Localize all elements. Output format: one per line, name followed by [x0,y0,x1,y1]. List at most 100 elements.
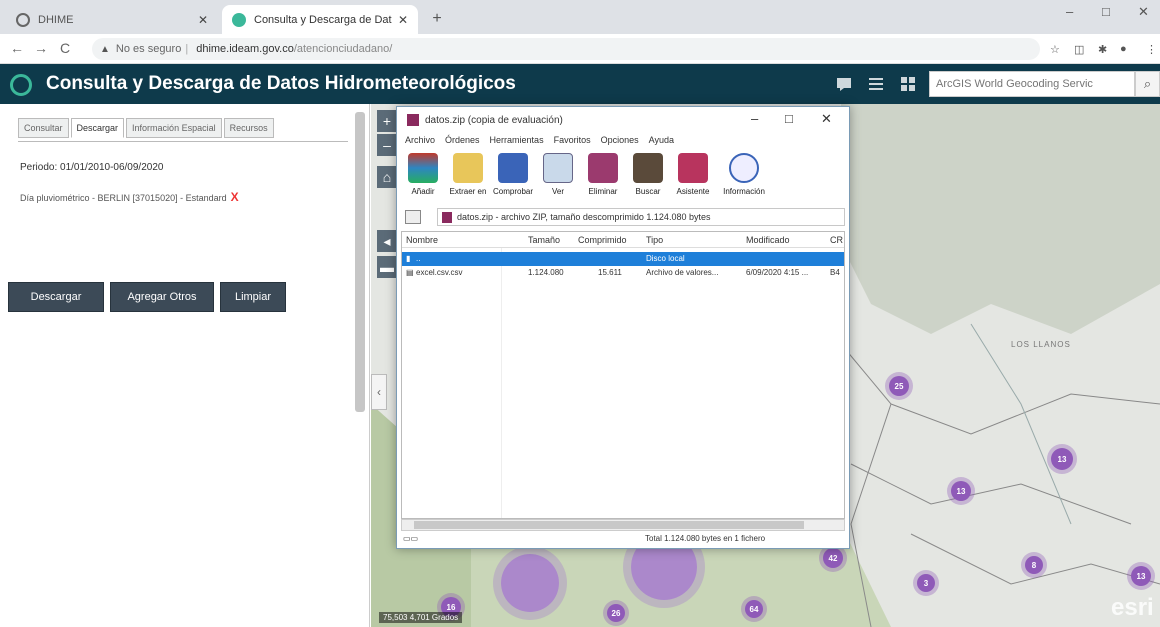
maximize-icon[interactable]: □ [1102,4,1110,19]
archive-path-field[interactable]: datos.zip - archivo ZIP, tamaño descompr… [437,208,845,226]
collapse-panel-button[interactable]: ‹ [371,374,387,410]
browser-tab-consulta[interactable]: Consulta y Descarga de Datos H ✕ [222,5,418,34]
maximize-icon[interactable]: □ [785,111,793,126]
map-cluster[interactable]: 42 [823,548,843,568]
menu-herramientas[interactable]: Herramientas [490,135,544,145]
map-cluster[interactable]: 26 [607,604,625,622]
browser-tab-dhime[interactable]: DHIME ✕ [6,5,218,34]
menu-ordenes[interactable]: Órdenes [445,135,480,145]
map-cluster[interactable]: 3 [917,574,935,592]
tab-descargar[interactable]: Descargar [70,118,125,138]
menu-ayuda[interactable]: Ayuda [649,135,674,145]
col-tipo[interactable]: Tipo [646,235,663,245]
status-text: Total 1.124.080 bytes en 1 fichero [645,534,766,543]
map-cluster[interactable]: 25 [889,376,909,396]
puzzle-icon[interactable]: ✱ [1098,43,1107,56]
tab-divider [18,141,348,142]
map-cluster[interactable]: 13 [1131,566,1151,586]
panel-tabs: Consultar Descargar Información Espacial… [18,118,276,138]
col-modificado[interactable]: Modificado [746,235,790,245]
extract-button[interactable]: Extraer en [446,151,490,205]
zoom-out-button[interactable]: – [377,134,397,156]
browser-tabstrip: DHIME ✕ Consulta y Descarga de Datos H ✕… [0,0,1160,34]
ideam-favicon-icon [232,12,246,27]
wizard-icon [678,153,708,183]
books-icon [408,153,438,183]
grid-icon[interactable] [900,76,916,92]
url-field[interactable]: ▲ No es seguro | dhime.ideam.gov.co /ate… [92,38,1040,60]
descargar-button[interactable]: Descargar [8,282,104,312]
file-row[interactable]: ▤ excel.csv.csv 1.124.080 15.611 Archivo… [402,266,844,280]
map-cluster[interactable]: 64 [745,600,763,618]
file-list-hscrollbar[interactable] [401,519,845,531]
map-cluster[interactable]: 8 [1025,556,1043,574]
scroll-thumb[interactable] [414,521,804,529]
find-button[interactable]: Buscar [626,151,670,205]
forward-icon[interactable]: → [34,40,48,56]
app-title: Consulta y Descarga de Datos Hidrometeor… [46,73,516,94]
zoom-in-button[interactable]: + [377,110,397,132]
panel-scrollbar[interactable] [355,112,365,412]
menu-favoritos[interactable]: Favoritos [554,135,591,145]
tab-recursos[interactable]: Recursos [223,118,274,138]
profile-icon[interactable]: ● [1120,43,1127,55]
file-list-header: Nombre Tamaño Comprimido Tipo Modificado… [402,232,844,248]
search-icon[interactable]: ⌕ [1135,71,1160,97]
file-row-parent[interactable]: ▮ .. Disco local [402,252,844,266]
map-cluster-large[interactable] [501,554,559,612]
back-icon[interactable]: ← [10,40,24,56]
close-icon[interactable]: ✕ [198,13,208,27]
limpiar-button[interactable]: Limpiar [220,282,286,312]
col-nombre[interactable]: Nombre [406,235,438,245]
winrar-file-list[interactable]: Nombre Tamaño Comprimido Tipo Modificado… [401,231,845,519]
tab-consultar[interactable]: Consultar [18,118,69,138]
locate-button[interactable]: ◂ [377,230,397,252]
close-icon[interactable]: ✕ [821,111,832,127]
winrar-path-bar: datos.zip - archivo ZIP, tamaño descompr… [405,207,845,227]
warning-icon: ▲ [100,43,110,55]
new-tab-button[interactable]: + [426,9,448,29]
close-icon[interactable]: ✕ [398,13,408,27]
view-button[interactable]: Ver [536,151,580,205]
map-cluster[interactable]: 13 [951,481,971,501]
up-folder-icon[interactable] [405,210,421,224]
col-crc[interactable]: CR [830,235,843,245]
geocoder-search-input[interactable] [929,71,1135,97]
layers-button[interactable]: ▬ [377,256,397,278]
periodo-label: Periodo: 01/01/2010-06/09/2020 [20,162,164,173]
menu-opciones[interactable]: Opciones [601,135,639,145]
add-button[interactable]: Añadir [401,151,445,205]
col-tamano[interactable]: Tamaño [528,235,560,245]
reload-icon[interactable]: C [60,40,70,56]
left-panel: Consultar Descargar Información Espacial… [0,104,370,627]
book-icon [543,153,573,183]
delete-button[interactable]: Eliminar [581,151,625,205]
tab-informacion-espacial[interactable]: Información Espacial [126,118,222,138]
menu-archivo[interactable]: Archivo [405,135,435,145]
chat-icon[interactable] [836,76,852,92]
file-name: excel.csv.csv [416,268,463,277]
delete-icon [588,153,618,183]
info-button[interactable]: Información [716,151,772,205]
list-icon[interactable] [868,76,884,92]
test-button[interactable]: Comprobar [491,151,535,205]
col-comprimido[interactable]: Comprimido [578,235,627,245]
menu-icon[interactable]: ⋮ [1146,43,1157,56]
drive-icon: ▭▭ [403,534,419,543]
map-cluster[interactable]: 13 [1051,448,1073,470]
minimize-icon[interactable]: – [751,111,758,126]
agregar-otros-button[interactable]: Agregar Otros [110,282,214,312]
zip-icon [442,211,452,223]
file-type: Disco local [646,254,685,263]
selected-station-item: Día pluviométrico - BERLIN [37015020] - … [20,190,239,204]
extension-icon[interactable]: ◫ [1074,43,1084,56]
wizard-button[interactable]: Asistente [671,151,715,205]
folder-icon [453,153,483,183]
home-icon[interactable]: ⌂ [377,166,397,188]
close-window-icon[interactable]: ✕ [1138,4,1149,20]
globe-icon [16,12,30,27]
file-modified: 6/09/2020 4:15 ... [746,268,809,277]
minimize-icon[interactable]: – [1066,4,1073,19]
star-icon[interactable]: ☆ [1050,43,1060,56]
remove-icon[interactable]: X [231,190,239,204]
